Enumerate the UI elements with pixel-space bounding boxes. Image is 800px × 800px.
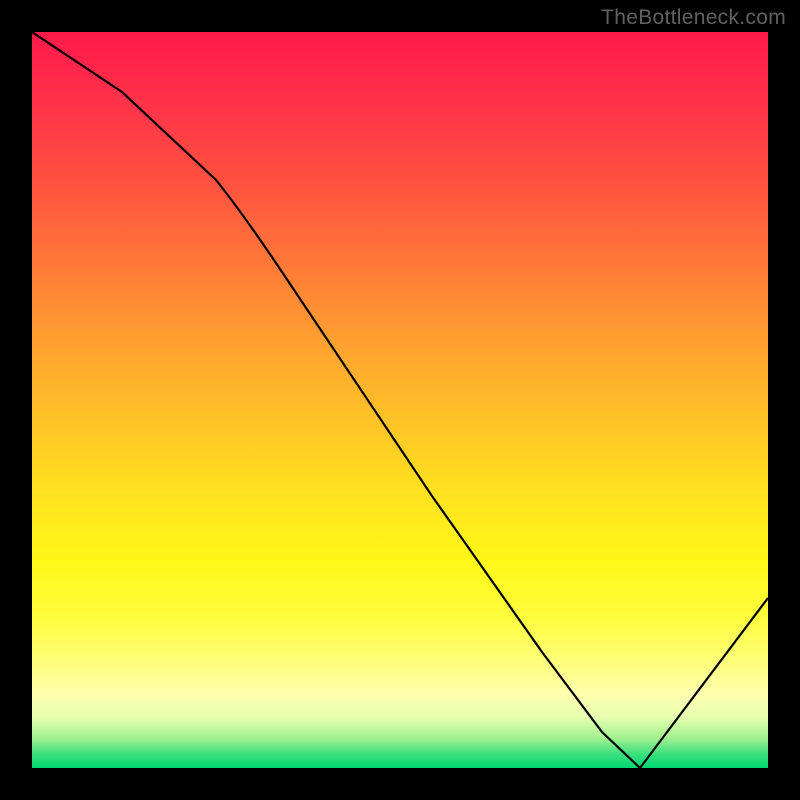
chart-plot-area: [32, 32, 768, 768]
curve-path: [32, 32, 768, 768]
watermark-text: TheBottleneck.com: [601, 6, 786, 30]
bottleneck-curve: [32, 32, 768, 768]
